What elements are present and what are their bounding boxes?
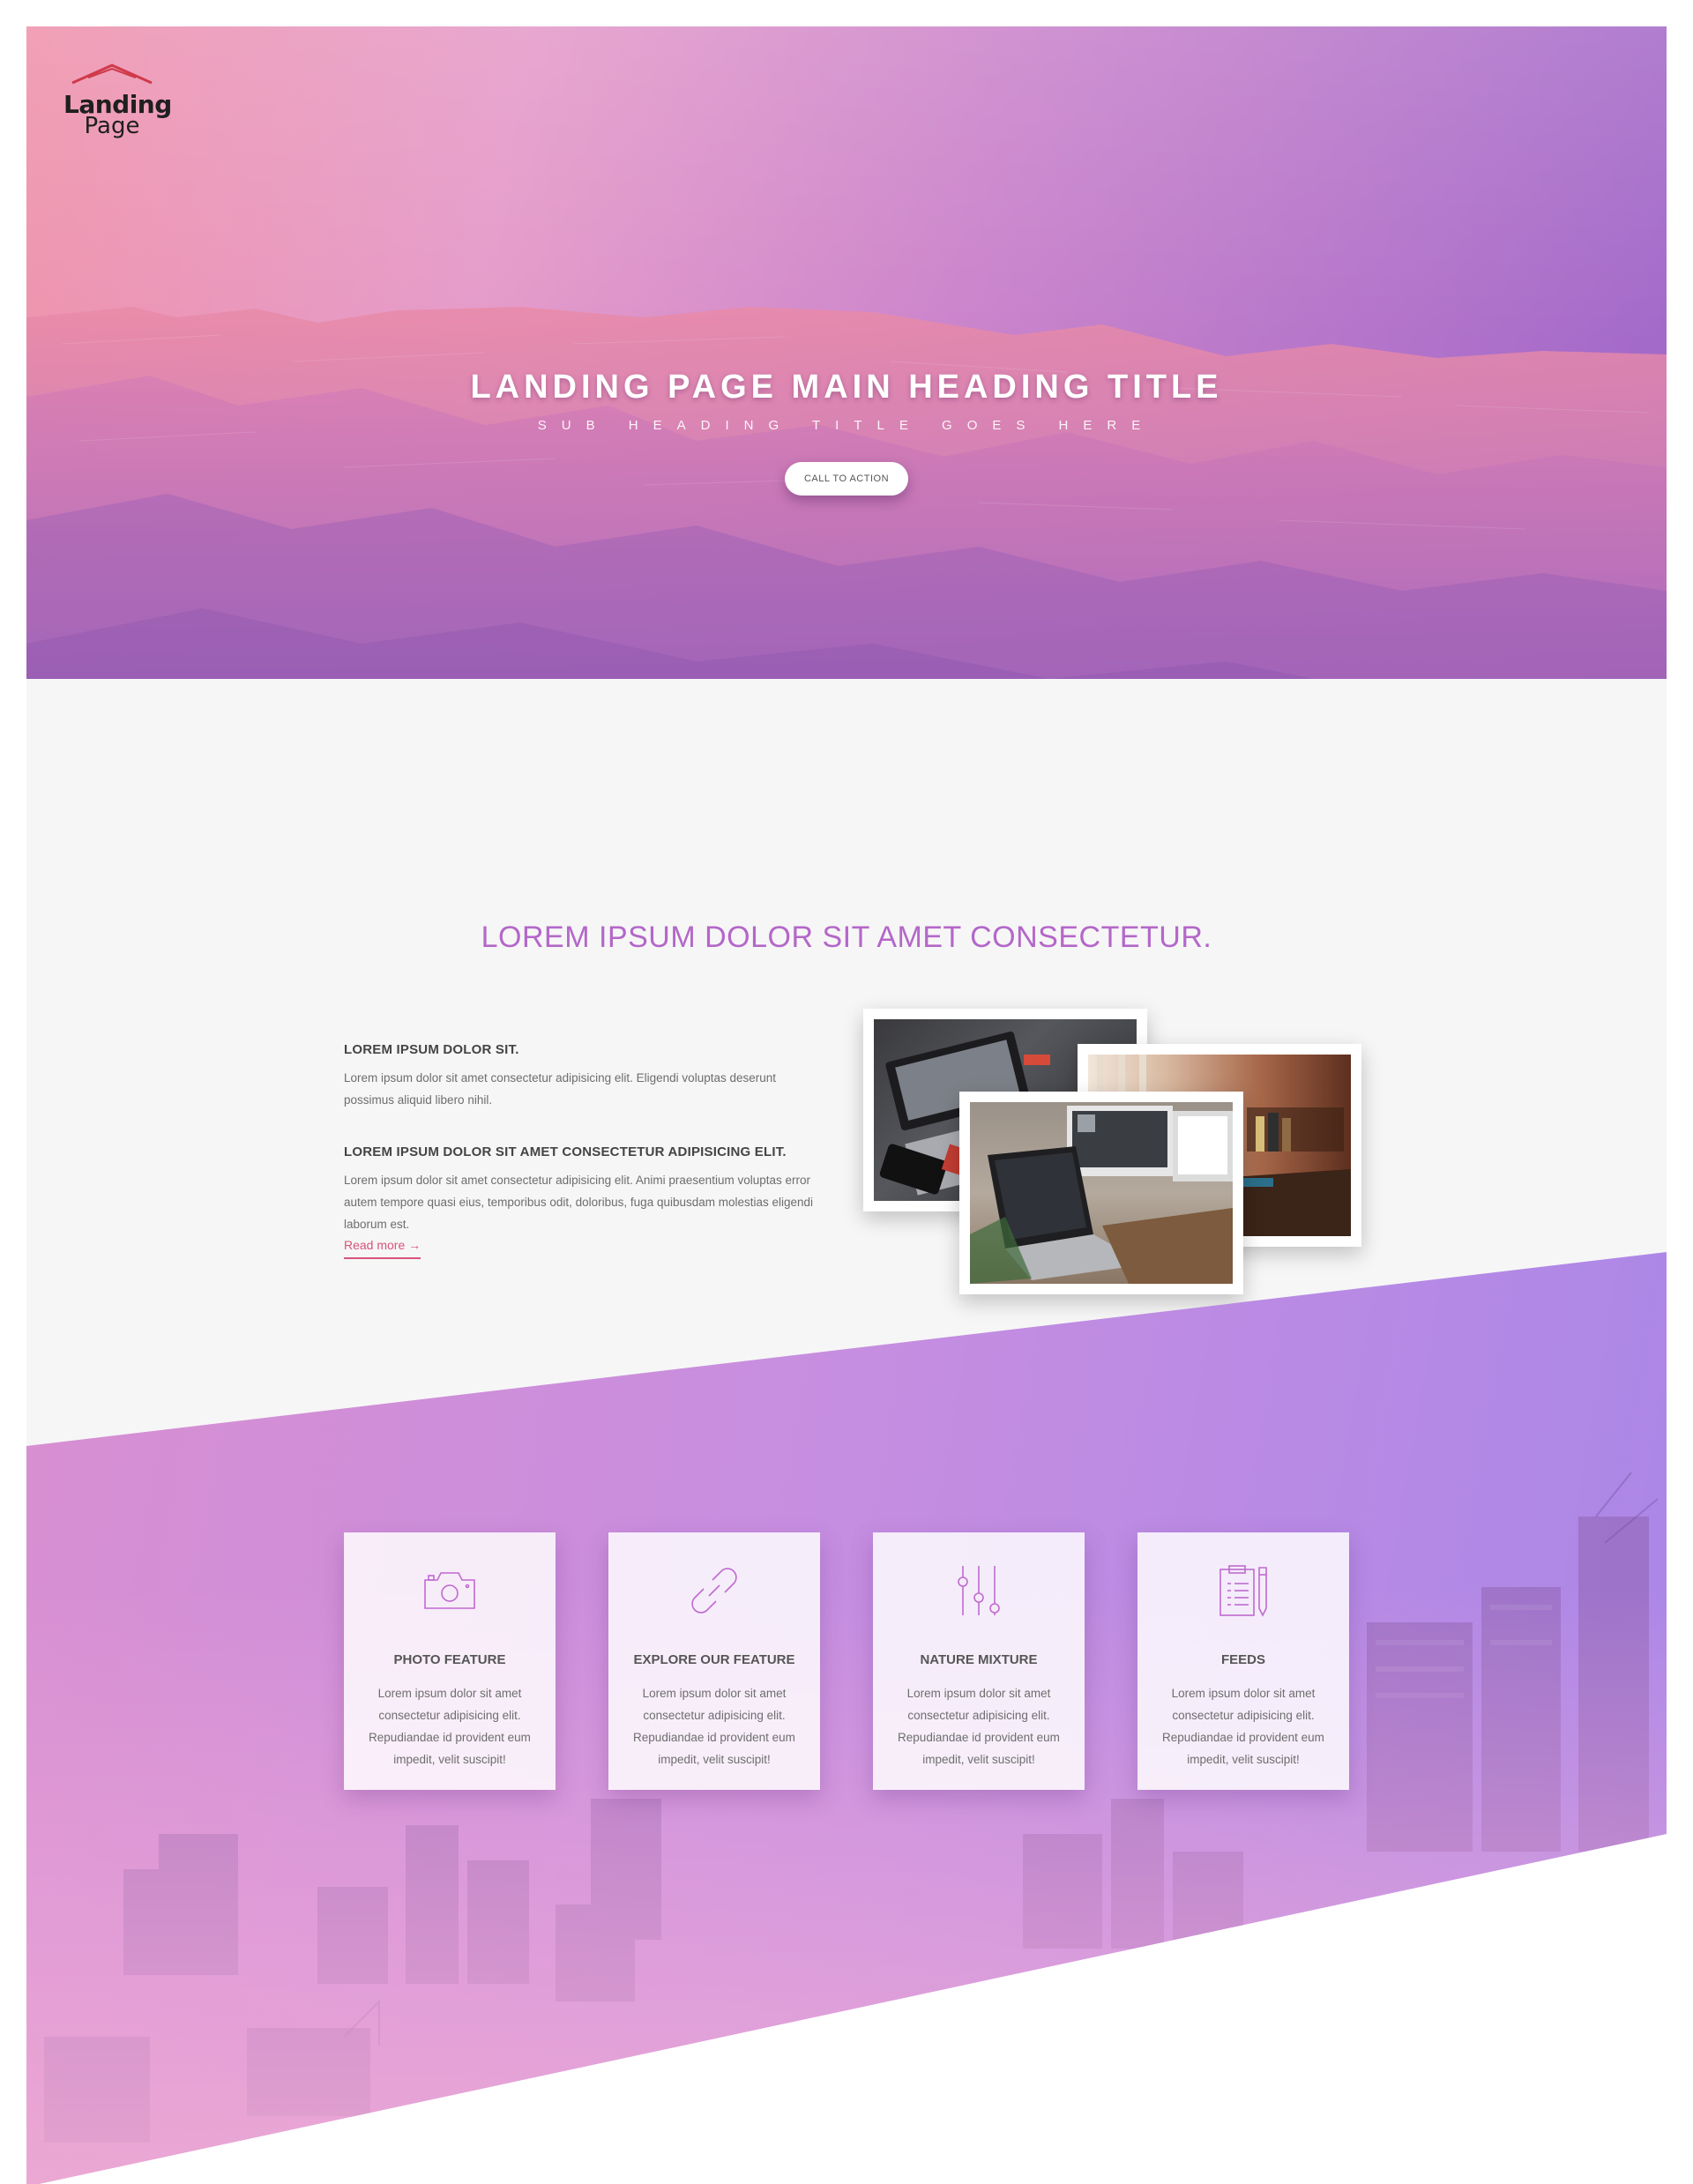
about-block-2-text: Lorem ipsum dolor sit amet consectetur a… [344,1174,814,1231]
feature-text: Lorem ipsum dolor sit amet consectetur a… [369,1687,531,1766]
about-title: LOREM IPSUM DOLOR SIT AMET CONSECTETUR. [481,921,1212,954]
about-block-1-heading: LOREM IPSUM DOLOR SIT. [344,1042,519,1057]
about-block-2-heading: LOREM IPSUM DOLOR SIT AMET CONSECTETUR A… [344,1144,787,1159]
feature-text: Lorem ipsum dolor sit amet consectetur a… [1162,1687,1324,1766]
read-more-link[interactable]: Read more → [344,1238,421,1259]
feature-title: NATURE MIXTURE [920,1652,1038,1667]
hero-title: LANDING PAGE MAIN HEADING TITLE [470,369,1223,406]
feature-title: FEEDS [1220,1652,1265,1667]
page-frame: Landing Page LANDING PAGE MAIN HEADING T… [26,26,1667,2184]
roof-icon [71,63,153,85]
feature-text: Lorem ipsum dolor sit amet consectetur a… [633,1687,795,1766]
site-logo[interactable]: Landing Page [63,62,172,139]
feature-card-feeds[interactable]: FEEDS Lorem ipsum dolor sit amet consect… [1137,1532,1349,1790]
about-block-1-text: Lorem ipsum dolor sit amet consectetur a… [344,1071,777,1107]
feature-title: EXPLORE OUR FEATURE [633,1652,795,1667]
feature-card-explore[interactable]: EXPLORE OUR FEATURE Lorem ipsum dolor si… [608,1532,820,1790]
camera-icon [344,1562,556,1624]
photo-workstation [959,1092,1243,1294]
feature-card-photo[interactable]: PHOTO FEATURE Lorem ipsum dolor sit amet… [344,1532,556,1790]
sliders-icon [873,1562,1085,1624]
link-icon [608,1562,820,1624]
fog-overlay [26,1587,1667,2184]
logo-text-page: Page [84,113,140,139]
workstation-illustration [970,1106,1233,1284]
feature-title: PHOTO FEATURE [393,1652,506,1667]
call-to-action-button[interactable]: CALL TO ACTION [785,462,908,496]
feature-card-nature[interactable]: NATURE MIXTURE Lorem ipsum dolor sit ame… [873,1532,1085,1790]
clipboard-icon [1137,1562,1349,1624]
hero-subtitle: SUB HEADING TITLE GOES HERE [537,418,1156,433]
feature-text: Lorem ipsum dolor sit amet consectetur a… [898,1687,1060,1766]
